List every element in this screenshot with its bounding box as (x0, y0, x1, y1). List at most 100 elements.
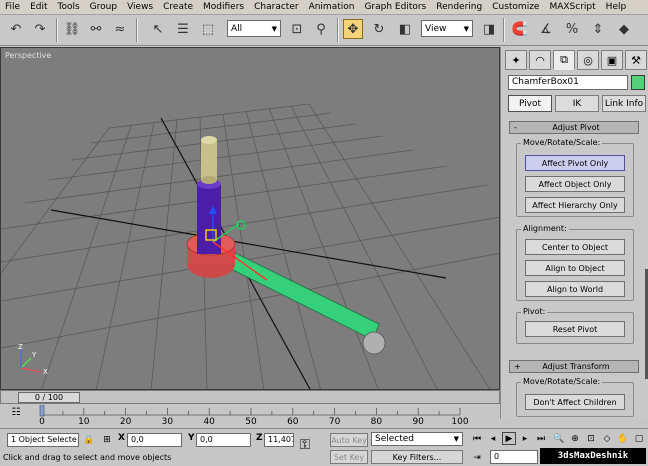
next-frame-icon[interactable]: ▸ (518, 432, 532, 445)
reset-pivot-button[interactable]: Reset Pivot (525, 321, 625, 337)
modify-tab-icon[interactable]: ◠ (529, 50, 551, 70)
adjust-transform-rollout-header[interactable]: + Adjust Transform (509, 360, 639, 373)
bone-end-sphere (362, 331, 386, 355)
menu-maxscript[interactable]: MAXScript (544, 2, 600, 12)
select-and-move-icon[interactable]: ✥ (343, 19, 363, 39)
spinner-snap-icon[interactable]: ⇕ (588, 19, 608, 39)
go-to-start-icon[interactable]: ⏮ (470, 432, 484, 445)
ik-button[interactable]: IK (555, 95, 599, 112)
time-slider-thumb[interactable]: 0 / 100 (18, 392, 80, 403)
axis-z-label: Z (18, 343, 23, 351)
select-and-link-icon[interactable]: ⛓ (62, 19, 82, 39)
maximize-viewport-icon[interactable]: ▢ (632, 432, 646, 445)
utilities-tab-icon[interactable]: ⚒ (625, 50, 647, 70)
motion-tab-icon[interactable]: ◎ (577, 50, 599, 70)
key-mode-dropdown[interactable]: Selected ▼ (371, 432, 463, 446)
toolbar-separator (337, 18, 339, 42)
play-icon[interactable]: ▶ (502, 432, 516, 445)
viewport-label[interactable]: Perspective (5, 51, 51, 60)
menu-rendering[interactable]: Rendering (431, 2, 487, 12)
auto-key-button[interactable]: Auto Key (330, 433, 368, 447)
pivot-center-icon[interactable]: ◨ (479, 19, 499, 39)
y-coordinate-label: Y (188, 433, 195, 443)
select-by-name-icon[interactable]: ☰ (173, 19, 193, 39)
track-bar[interactable]: ☷ 0 10 20 30 40 50 60 70 80 90 100 (0, 405, 500, 428)
key-icon[interactable]: ⚿ (298, 437, 312, 453)
percent-snap-icon[interactable]: % (562, 19, 582, 39)
zoom-all-icon[interactable]: ⊕ (568, 432, 582, 445)
menu-create[interactable]: Create (158, 2, 198, 12)
object-color-swatch[interactable] (631, 75, 645, 90)
center-to-object-button[interactable]: Center to Object (525, 239, 625, 255)
menu-file[interactable]: File (0, 2, 25, 12)
set-key-button[interactable]: Set Key (330, 450, 368, 464)
pan-view-icon[interactable]: ✋ (616, 432, 630, 445)
selection-filter-dropdown[interactable]: All ▼ (227, 20, 281, 37)
menu-customize[interactable]: Customize (487, 2, 544, 12)
selection-count-field: 1 Object Selecte (7, 433, 79, 447)
time-slider[interactable]: 0 / 100 (0, 390, 500, 404)
menu-tools[interactable]: Tools (53, 2, 85, 12)
bind-space-warp-icon[interactable]: ≈ (110, 19, 130, 39)
dont-affect-children-button[interactable]: Don't Affect Children (525, 394, 625, 410)
previous-frame-icon[interactable]: ◂ (486, 432, 500, 445)
unlink-selection-icon[interactable]: ⚯ (86, 19, 106, 39)
menu-animation[interactable]: Animation (304, 2, 360, 12)
y-coordinate-field[interactable]: 0,0 (196, 433, 251, 447)
link-info-button[interactable]: Link Info (602, 95, 646, 112)
track-tick-label: 40 (203, 417, 215, 427)
window-crossing-icon[interactable]: ⚲ (311, 19, 331, 39)
menu-graph-editors[interactable]: Graph Editors (359, 2, 431, 12)
snaps-toggle-icon[interactable]: 🧲 (510, 19, 530, 39)
affect-hierarchy-only-button[interactable]: Affect Hierarchy Only (525, 197, 625, 213)
adjust-pivot-rollout-header[interactable]: - Adjust Pivot (509, 121, 639, 134)
select-and-scale-icon[interactable]: ◧ (395, 19, 415, 39)
filter-icon[interactable]: ☷ (8, 407, 24, 419)
key-filters-button[interactable]: Key Filters... (371, 450, 463, 464)
watermark-logo: 3dsMaxDeshnik (540, 448, 646, 464)
track-tick-label: 50 (245, 417, 257, 427)
zoom-extents-icon[interactable]: ⊡ (584, 432, 598, 445)
hierarchy-tab-icon[interactable]: ⧉ (553, 50, 575, 70)
angle-snap-icon[interactable]: ∡ (536, 19, 556, 39)
menu-views[interactable]: Views (122, 2, 158, 12)
track-tick-label: 10 (78, 417, 90, 427)
align-to-world-button[interactable]: Align to World (525, 281, 625, 297)
go-to-end-icon[interactable]: ⏭ (534, 432, 548, 445)
tan-post-bottom (201, 176, 217, 184)
menu-modifiers[interactable]: Modifiers (198, 2, 249, 12)
menu-group[interactable]: Group (85, 2, 122, 12)
view-axis-tripod (20, 350, 42, 373)
3dsmax-window: File Edit Tools Group Views Create Modif… (0, 0, 648, 466)
zoom-icon[interactable]: 🔍 (552, 432, 566, 445)
select-object-icon[interactable]: ↖ (148, 19, 168, 39)
reference-coordinate-dropdown[interactable]: View ▼ (421, 20, 473, 37)
alignment-title: Alignment: (521, 224, 569, 233)
pivot-button[interactable]: Pivot (508, 95, 552, 112)
menu-character[interactable]: Character (249, 2, 303, 12)
z-coordinate-field[interactable]: 11,407 (264, 433, 294, 447)
perspective-viewport[interactable]: X Y Z Perspective (0, 47, 500, 390)
select-region-icon[interactable]: ⊡ (287, 19, 307, 39)
align-to-object-button[interactable]: Align to Object (525, 260, 625, 276)
redo-icon[interactable]: ↷ (30, 19, 50, 39)
menu-help[interactable]: Help (601, 2, 632, 12)
object-name-field[interactable]: ChamferBox01 (508, 75, 628, 90)
field-of-view-icon[interactable]: ◇ (600, 432, 614, 445)
undo-icon[interactable]: ↶ (6, 19, 26, 39)
affect-object-only-button[interactable]: Affect Object Only (525, 176, 625, 192)
key-mode-toggle-icon[interactable]: ⇥ (470, 451, 484, 464)
current-frame-field[interactable]: 0 (490, 450, 538, 464)
lock-selection-icon[interactable]: 🔒 (82, 433, 96, 446)
absolute-mode-icon[interactable]: ⊞ (100, 433, 114, 446)
select-and-rotate-icon[interactable]: ↻ (369, 19, 389, 39)
track-tick-label: 100 (451, 417, 469, 427)
named-selection-icon[interactable]: ◆ (614, 19, 634, 39)
affect-pivot-only-button[interactable]: Affect Pivot Only (525, 155, 625, 171)
create-tab-icon[interactable]: ✦ (505, 50, 527, 70)
rectangular-selection-icon[interactable]: ⬚ (198, 19, 218, 39)
display-tab-icon[interactable]: ▣ (601, 50, 623, 70)
menu-edit[interactable]: Edit (25, 2, 52, 12)
x-coordinate-field[interactable]: 0,0 (127, 433, 182, 447)
pivot-group-title: Pivot: (521, 307, 548, 316)
